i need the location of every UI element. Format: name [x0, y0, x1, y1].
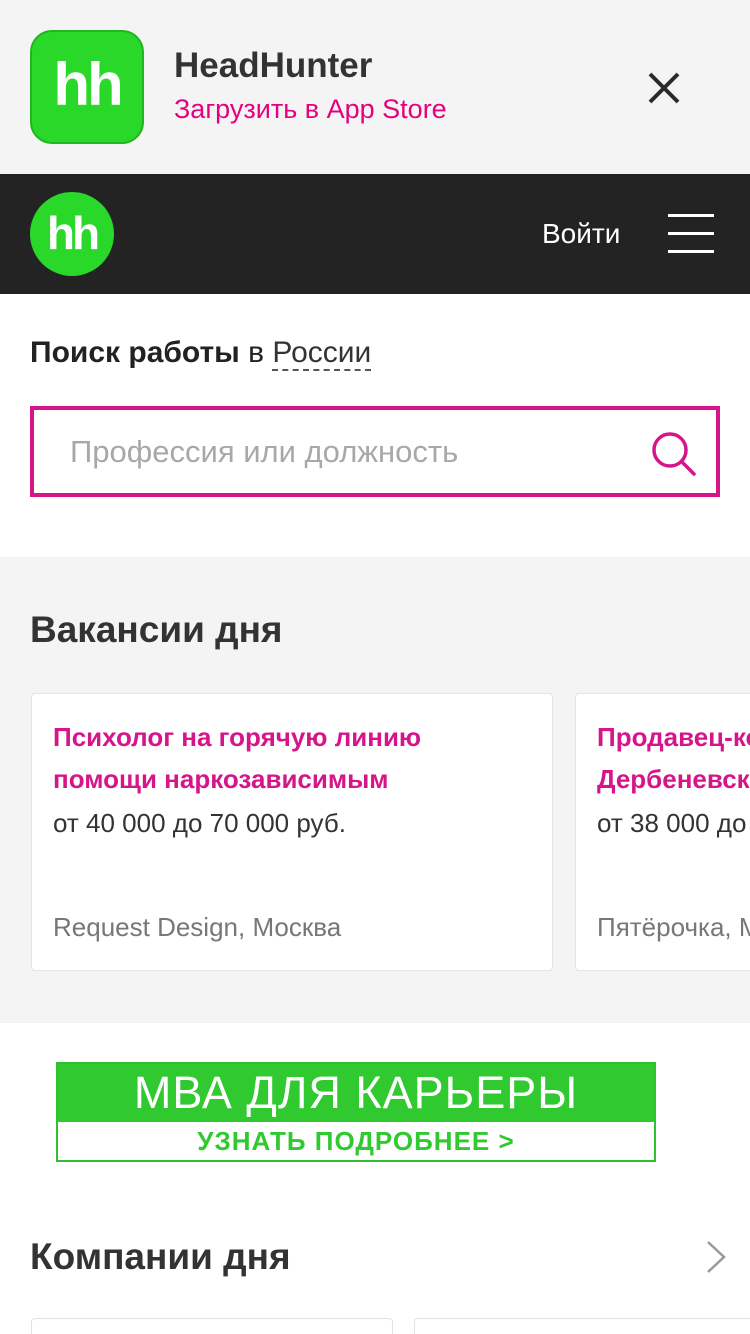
- page: hh HeadHunter Загрузить в App Store hh В…: [0, 0, 750, 1334]
- region-selector[interactable]: России: [272, 336, 372, 371]
- close-icon[interactable]: [640, 64, 688, 112]
- vacancy-title[interactable]: Психолог на горячую линию помощи наркоза…: [53, 716, 523, 800]
- search-input[interactable]: [34, 410, 634, 493]
- mba-promo-banner[interactable]: МВА ДЛЯ КАРЬЕРЫ УЗНАТЬ ПОДРОБНЕЕ >: [56, 1062, 656, 1162]
- search-heading-preposition: в: [248, 336, 265, 369]
- search-icon[interactable]: [650, 430, 698, 478]
- app-icon: hh: [30, 30, 144, 144]
- vacancy-title-line: Психолог на горячую линию: [53, 722, 422, 752]
- company-card[interactable]: [31, 1318, 393, 1334]
- vacancy-salary: от 40 000 до 70 000 руб.: [53, 808, 346, 838]
- vacancy-company: Пятёрочка, Москва: [597, 912, 750, 942]
- hh-logo-text: hh: [46, 206, 100, 259]
- promo-cta: УЗНАТЬ ПОДРОБНЕЕ >: [197, 1126, 515, 1156]
- chevron-right-icon[interactable]: [702, 1240, 730, 1274]
- companies-title: Компании дня: [30, 1236, 291, 1277]
- login-link[interactable]: Войти: [542, 218, 620, 250]
- vacancy-salary: от 38 000 до 45 000 руб.: [597, 808, 750, 838]
- vacancy-title-line: помощи наркозависимым: [53, 764, 389, 794]
- vacancies-section: Вакансии дня Психолог на горячую линию п…: [0, 557, 750, 1023]
- app-icon-text: hh: [53, 51, 123, 118]
- vacancy-card[interactable]: Продавец-консультант Дербеневская от 38 …: [575, 693, 750, 971]
- search-box: [30, 406, 720, 497]
- app-title: HeadHunter: [174, 46, 373, 85]
- vacancy-title[interactable]: Продавец-консультант Дербеневская: [597, 716, 750, 800]
- vacancy-title-line: Дербеневская: [597, 764, 750, 794]
- hamburger-menu-icon[interactable]: [668, 212, 714, 256]
- vacancy-title-line: Продавец-консультант: [597, 722, 750, 752]
- vacancies-title: Вакансии дня: [30, 609, 283, 650]
- search-heading-bold: Поиск работы: [30, 336, 240, 369]
- vacancy-card[interactable]: Психолог на горячую линию помощи наркоза…: [31, 693, 553, 971]
- app-store-link[interactable]: Загрузить в App Store: [174, 94, 447, 125]
- app-download-banner[interactable]: hh HeadHunter Загрузить в App Store: [0, 0, 750, 174]
- promo-headline: МВА ДЛЯ КАРЬЕРЫ: [58, 1064, 654, 1122]
- site-header: hh Войти: [0, 174, 750, 294]
- search-heading: Поиск работы в России: [30, 336, 372, 371]
- vacancy-company: Request Design, Москва: [53, 912, 342, 942]
- company-card[interactable]: [414, 1318, 750, 1334]
- hh-logo[interactable]: hh: [30, 192, 114, 276]
